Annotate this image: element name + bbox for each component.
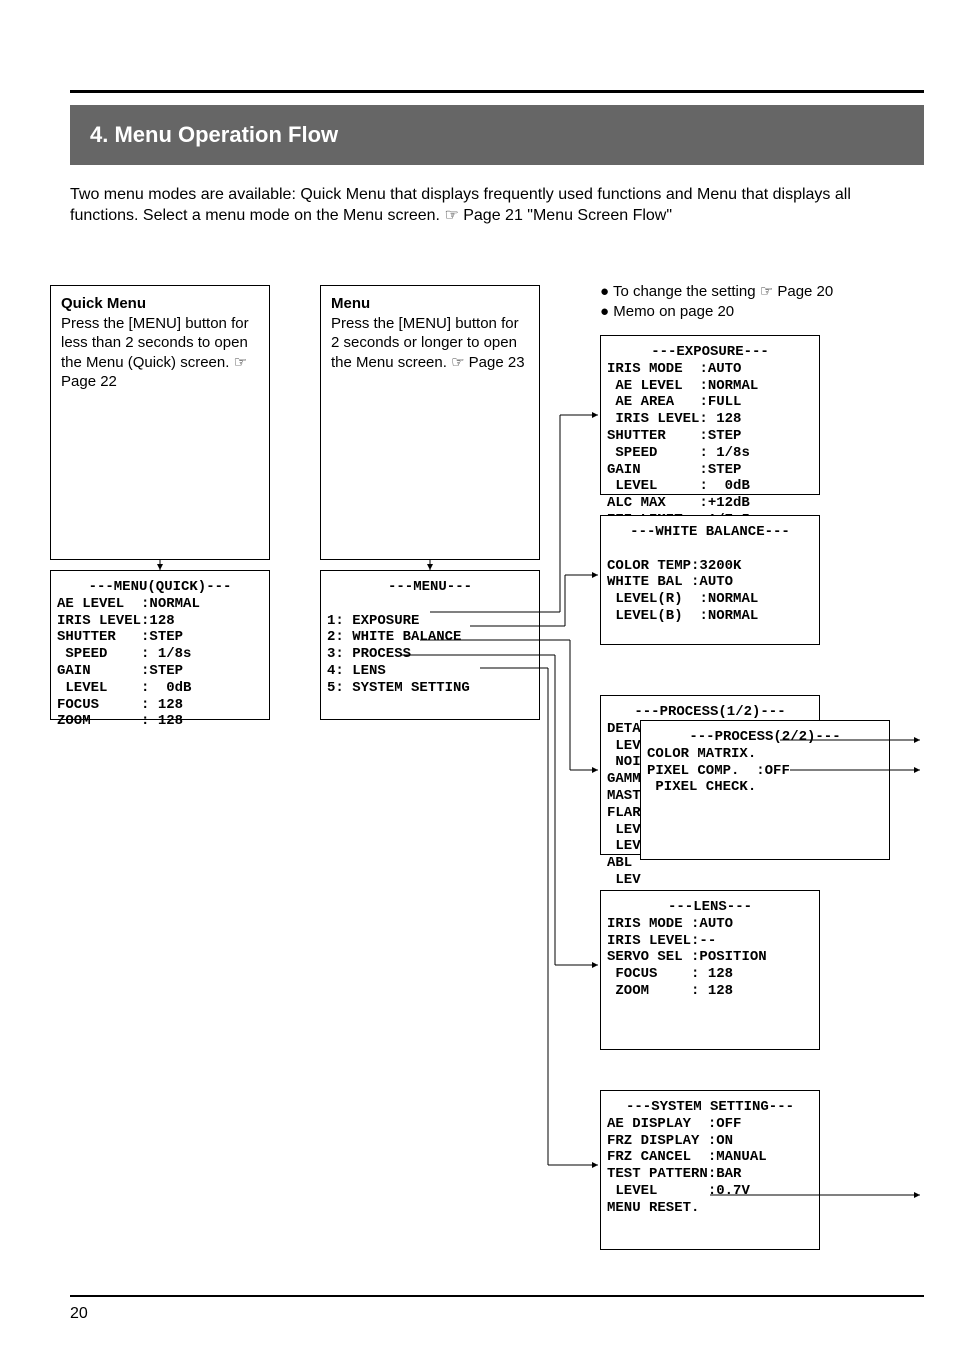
full-desc-heading: Menu [331, 295, 370, 312]
exposure-submenu: ---EXPOSURE--- IRIS MODE :AUTO AE LEVEL … [600, 335, 820, 495]
menu-row: SPEED : 1/8s [57, 646, 263, 663]
menu-row: LEVEL : 0dB [607, 478, 813, 495]
menu-row: SHUTTER :STEP [607, 428, 813, 445]
quick-menu-title: ---MENU(QUICK)--- [57, 579, 263, 596]
section-title: 4. Menu Operation Flow [70, 105, 924, 165]
menu-row: SERVO SEL :POSITION [607, 949, 813, 966]
system-title: ---SYSTEM SETTING--- [607, 1099, 813, 1116]
menu-row: COLOR MATRIX. [647, 746, 883, 763]
menu-row: SPEED : 1/8s [607, 445, 813, 462]
menu-row: AE LEVEL :NORMAL [57, 596, 263, 613]
system-setting-submenu: ---SYSTEM SETTING--- AE DISPLAY :OFF FRZ… [600, 1090, 820, 1250]
top-rule [70, 90, 924, 93]
menu-row: 2: WHITE BALANCE [327, 629, 533, 646]
exposure-title: ---EXPOSURE--- [607, 344, 813, 361]
menu-row: PIXEL CHECK. [647, 779, 883, 796]
menu-row: ZOOM : 128 [607, 983, 813, 1000]
menu-row: LEV [607, 872, 813, 889]
menu-row: 3: PROCESS [327, 646, 533, 663]
menu-row: IRIS LEVEL:128 [57, 613, 263, 630]
menu-row: IRIS MODE :AUTO [607, 916, 813, 933]
side-notes: ● To change the setting ☞ Page 20 ● Memo… [600, 282, 910, 321]
process1-title: ---PROCESS(1/2)--- [607, 704, 813, 721]
menu-row: 4: LENS [327, 663, 533, 680]
menu-row: GAIN :STEP [57, 663, 263, 680]
menu-row: MENU RESET. [607, 1200, 813, 1217]
menu-row: ALC MAX :+12dB [607, 495, 813, 512]
menu-row: AE LEVEL :NORMAL [607, 378, 813, 395]
menu-row: ZOOM : 128 [57, 713, 263, 730]
menu-row: IRIS MODE :AUTO [607, 361, 813, 378]
menu-row: SHUTTER :STEP [57, 629, 263, 646]
lens-submenu: ---LENS--- IRIS MODE :AUTO IRIS LEVEL:--… [600, 890, 820, 1050]
full-menu-screen: ---MENU--- 1: EXPOSURE 2: WHITE BALANCE … [320, 570, 540, 720]
full-desc-text: Press the [MENU] button for 2 seconds or… [331, 315, 525, 371]
menu-row: AE DISPLAY :OFF [607, 1116, 813, 1133]
footer-rule [70, 1295, 924, 1297]
menu-row: LEVEL(R) :NORMAL [607, 591, 813, 608]
menu-row: FOCUS : 128 [57, 697, 263, 714]
menu-row: TEST PATTERN:BAR [607, 1166, 813, 1183]
menu-row: PIXEL COMP. :OFF [647, 763, 883, 780]
quick-desc-text: Press the [MENU] button for less than 2 … [61, 315, 249, 391]
quick-menu-description: Quick Menu Press the [MENU] button for l… [50, 285, 270, 560]
process2-title: ---PROCESS(2/2)--- [647, 729, 883, 746]
menu-row: 5: SYSTEM SETTING [327, 680, 533, 697]
menu-row: GAIN :STEP [607, 462, 813, 479]
process-2-submenu: ---PROCESS(2/2)--- COLOR MATRIX. PIXEL C… [640, 720, 890, 860]
menu-row: COLOR TEMP:3200K [607, 558, 813, 575]
menu-row: LEVEL(B) :NORMAL [607, 608, 813, 625]
quick-menu-screen: ---MENU(QUICK)--- AE LEVEL :NORMAL IRIS … [50, 570, 270, 720]
menu-row: FRZ DISPLAY :ON [607, 1133, 813, 1150]
menu-row: IRIS LEVEL: 128 [607, 411, 813, 428]
menu-row: AE AREA :FULL [607, 394, 813, 411]
wb-title: ---WHITE BALANCE--- [607, 524, 813, 541]
menu-row: FRZ CANCEL :MANUAL [607, 1149, 813, 1166]
intro-paragraph: Two menu modes are available: Quick Menu… [70, 185, 914, 227]
menu-row: IRIS LEVEL:-- [607, 933, 813, 950]
title-text: 4. Menu Operation Flow [90, 122, 338, 148]
menu-row: LEVEL : 0dB [57, 680, 263, 697]
quick-desc-heading: Quick Menu [61, 295, 146, 312]
lens-title: ---LENS--- [607, 899, 813, 916]
full-menu-description: Menu Press the [MENU] button for 2 secon… [320, 285, 540, 560]
menu-row: LEVEL :0.7V [607, 1183, 813, 1200]
menu-row: FOCUS : 128 [607, 966, 813, 983]
menu-row: WHITE BAL :AUTO [607, 574, 813, 591]
full-menu-title: ---MENU--- [327, 579, 533, 596]
page-number: 20 [70, 1305, 88, 1323]
page: 4. Menu Operation Flow Two menu modes ar… [0, 0, 954, 1352]
menu-row: 1: EXPOSURE [327, 613, 533, 630]
white-balance-submenu: ---WHITE BALANCE--- COLOR TEMP:3200K WHI… [600, 515, 820, 645]
